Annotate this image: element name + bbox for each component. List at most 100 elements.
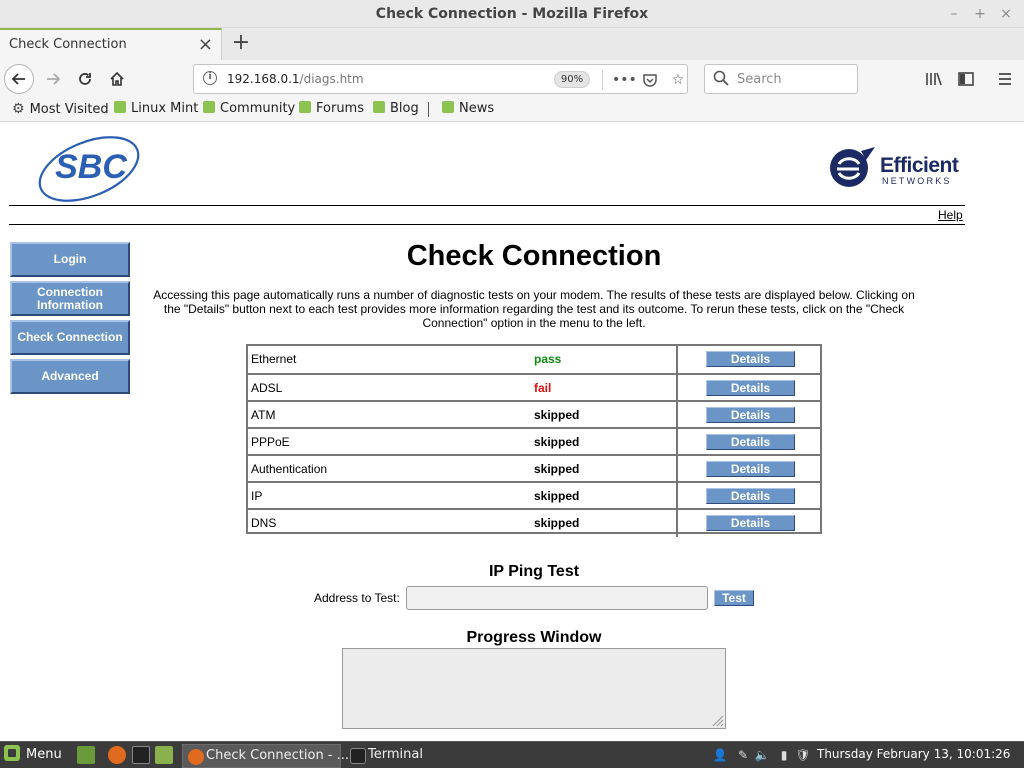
network-icon[interactable]: ✎ bbox=[735, 747, 751, 763]
reload-button[interactable] bbox=[70, 64, 100, 94]
tab-strip: Check Connection × + bbox=[0, 28, 1024, 60]
address-to-test-label: Address to Test: bbox=[314, 591, 400, 605]
back-button[interactable] bbox=[4, 64, 34, 94]
terminal-icon bbox=[350, 748, 366, 764]
test-name: Authentication bbox=[251, 462, 328, 476]
header-divider bbox=[9, 224, 965, 225]
details-button[interactable]: Details bbox=[706, 380, 795, 396]
taskbar-terminal-window[interactable]: Terminal bbox=[345, 744, 495, 768]
pocket-icon[interactable] bbox=[640, 70, 660, 90]
test-status: skipped bbox=[534, 516, 580, 530]
url-path: /diags.htm bbox=[299, 72, 364, 86]
page-description: Accessing this page automatically runs a… bbox=[153, 288, 915, 330]
sidebar-toggle-icon[interactable] bbox=[955, 68, 977, 90]
forward-button[interactable] bbox=[38, 64, 68, 94]
volume-icon[interactable]: 🔈 bbox=[754, 747, 770, 763]
test-name: Ethernet bbox=[251, 352, 297, 366]
test-status: skipped bbox=[534, 489, 580, 503]
navigation-toolbar: i 192.168.0.1/diags.htm 90% ••• ☆ Search bbox=[0, 60, 1024, 98]
bookmark-label: Linux Mint bbox=[131, 101, 199, 116]
search-icon bbox=[713, 70, 729, 90]
tab-close-icon[interactable]: × bbox=[198, 34, 213, 55]
taskbar-firefox-window[interactable]: Check Connection - ... bbox=[182, 744, 349, 768]
mint-bookmark-icon bbox=[114, 101, 126, 113]
bookmark-star-icon[interactable]: ☆ bbox=[668, 70, 688, 90]
details-button[interactable]: Details bbox=[706, 407, 795, 423]
efficient-e-icon bbox=[830, 147, 875, 187]
update-shield-icon[interactable]: 🛡 bbox=[795, 747, 811, 763]
progress-window-textarea[interactable] bbox=[342, 648, 726, 729]
page-title: Check Connection bbox=[406, 240, 662, 272]
gear-icon: ⚙ bbox=[12, 101, 25, 117]
battery-icon[interactable]: ▮ bbox=[776, 747, 792, 763]
show-desktop-icon[interactable] bbox=[77, 746, 95, 764]
firefox-icon bbox=[188, 749, 204, 765]
test-button[interactable]: Test bbox=[714, 590, 754, 606]
bookmark-most-visited[interactable]: ⚙ Most Visited bbox=[12, 101, 109, 117]
user-icon[interactable]: 👤 bbox=[712, 747, 728, 763]
taskbar-clock[interactable]: Thursday February 13, 10:01:26 bbox=[817, 747, 1010, 761]
help-link[interactable]: Help bbox=[938, 208, 963, 222]
diagnostic-result-cell: ATM skipped bbox=[248, 402, 678, 429]
terminal-launcher-icon[interactable] bbox=[132, 746, 150, 764]
diagnostic-result-cell: DNS skipped bbox=[248, 510, 678, 537]
close-window-button[interactable]: × bbox=[996, 4, 1016, 24]
sbc-logo-text: SBC bbox=[55, 148, 127, 186]
diagnostic-row: DNS skipped Details bbox=[248, 508, 820, 537]
bookmark-label: Community bbox=[220, 101, 296, 116]
home-button[interactable] bbox=[102, 64, 132, 94]
start-menu-button[interactable]: Menu bbox=[4, 745, 62, 767]
details-button[interactable]: Details bbox=[706, 351, 795, 367]
mint-bookmark-icon bbox=[299, 101, 311, 113]
hamburger-menu-icon[interactable] bbox=[994, 68, 1016, 90]
firefox-launcher-icon[interactable] bbox=[108, 746, 126, 764]
start-menu-label: Menu bbox=[26, 747, 62, 762]
mint-bookmark-icon bbox=[373, 101, 385, 113]
details-button[interactable]: Details bbox=[706, 488, 795, 504]
test-status: skipped bbox=[534, 435, 580, 449]
bookmark-forums[interactable]: Forums bbox=[299, 101, 364, 116]
bookmark-label: News bbox=[459, 101, 495, 116]
details-button[interactable]: Details bbox=[706, 515, 795, 531]
resize-grip-icon[interactable] bbox=[710, 713, 724, 727]
tab-label: Check Connection bbox=[9, 37, 127, 52]
menu-advanced-button[interactable]: Advanced bbox=[10, 359, 130, 394]
reload-icon bbox=[79, 73, 91, 85]
window-titlebar: Check Connection - Mozilla Firefox – + × bbox=[0, 0, 1024, 28]
bookmark-news[interactable]: News bbox=[442, 101, 494, 116]
search-placeholder: Search bbox=[737, 72, 782, 87]
menu-connection-information-button[interactable]: Connection Information bbox=[10, 281, 130, 316]
diagnostic-row: Authentication skipped Details bbox=[248, 454, 820, 483]
tab-check-connection[interactable]: Check Connection × bbox=[0, 28, 222, 60]
bookmark-blog[interactable]: Blog bbox=[373, 101, 419, 116]
menu-login-button[interactable]: Login bbox=[10, 242, 130, 277]
details-button[interactable]: Details bbox=[706, 461, 795, 477]
address-to-test-input[interactable] bbox=[406, 586, 708, 610]
mint-logo-icon bbox=[4, 745, 20, 761]
bookmark-linux-mint[interactable]: Linux Mint bbox=[114, 101, 198, 116]
site-info-icon[interactable]: i bbox=[203, 71, 217, 85]
networks-logo-word: NETWORKS bbox=[882, 176, 952, 186]
back-arrow-icon bbox=[11, 73, 25, 85]
url-text[interactable]: 192.168.0.1/diags.htm bbox=[227, 72, 364, 86]
diagnostic-row: IP skipped Details bbox=[248, 481, 820, 510]
new-tab-button[interactable]: + bbox=[228, 28, 254, 58]
zoom-indicator[interactable]: 90% bbox=[554, 71, 590, 88]
menu-check-connection-button[interactable]: Check Connection bbox=[10, 320, 130, 355]
efficient-networks-logo: Efficient NETWORKS bbox=[825, 146, 965, 190]
url-bar[interactable]: i 192.168.0.1/diags.htm 90% ••• ☆ bbox=[193, 64, 688, 94]
minimize-button[interactable]: – bbox=[944, 4, 964, 24]
library-icon[interactable] bbox=[923, 68, 945, 90]
details-button[interactable]: Details bbox=[706, 434, 795, 450]
files-launcher-icon[interactable] bbox=[155, 746, 173, 764]
diagnostic-result-cell: IP skipped bbox=[248, 483, 678, 510]
diagnostic-row: Ethernet pass Details bbox=[248, 346, 820, 373]
search-box[interactable]: Search bbox=[704, 64, 858, 94]
maximize-button[interactable]: + bbox=[970, 4, 990, 24]
page-actions-icon[interactable]: ••• bbox=[612, 70, 637, 90]
header-divider bbox=[9, 205, 965, 206]
bookmark-community[interactable]: Community bbox=[203, 101, 295, 116]
diagnostic-result-cell: ADSL fail bbox=[248, 375, 678, 402]
mint-bookmark-icon bbox=[203, 101, 215, 113]
diagnostic-row: PPPoE skipped Details bbox=[248, 427, 820, 456]
